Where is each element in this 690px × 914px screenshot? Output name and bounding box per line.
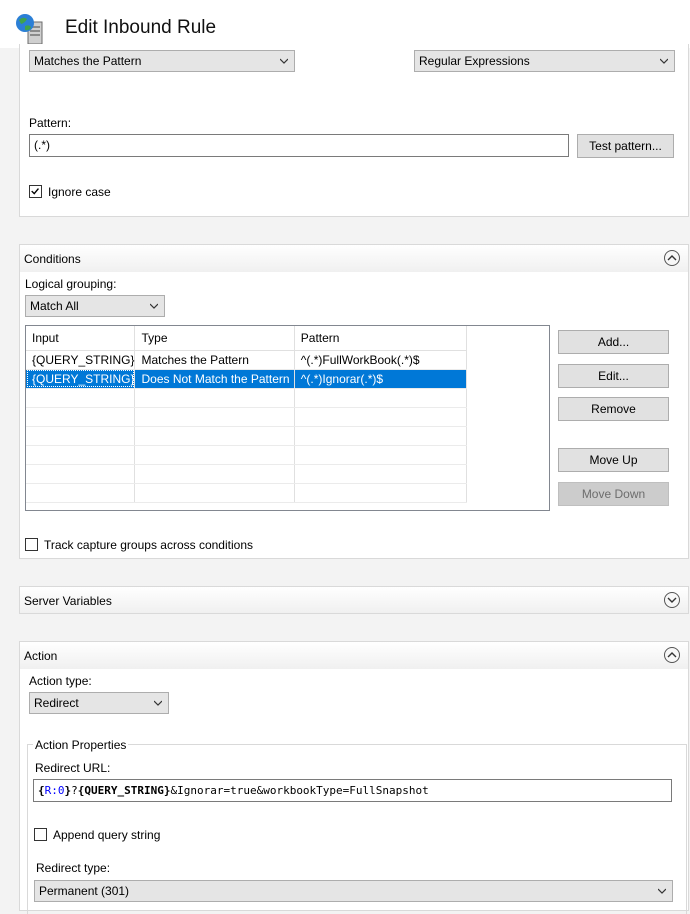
conditions-header[interactable] bbox=[20, 245, 688, 272]
chevron-down-icon bbox=[280, 58, 288, 64]
cell-pattern: ^(.*)Ignorar(.*)$ bbox=[294, 369, 468, 389]
redirect-type-label: Redirect type: bbox=[36, 861, 111, 875]
empty-row bbox=[26, 407, 468, 427]
globe-server-icon bbox=[16, 14, 43, 45]
empty-row bbox=[26, 464, 468, 484]
move-up-button[interactable]: Move Up bbox=[558, 448, 669, 472]
chevron-up-icon bbox=[667, 652, 677, 658]
action-type-dropdown[interactable]: Redirect bbox=[29, 692, 169, 714]
remove-condition-button[interactable]: Remove bbox=[558, 397, 669, 421]
test-pattern-button[interactable]: Test pattern... bbox=[577, 134, 674, 158]
window-title: Edit Inbound Rule bbox=[65, 17, 217, 38]
chevron-down-icon bbox=[154, 700, 162, 706]
redirect-url-input[interactable]: {R:0}?{QUERY_STRING}&Ignorar=true&workbo… bbox=[33, 779, 672, 802]
column-header-input[interactable]: Input bbox=[26, 326, 136, 351]
logical-grouping-dropdown[interactable]: Match All bbox=[25, 295, 165, 317]
chevron-down-icon bbox=[150, 303, 158, 309]
cell-type: Does Not Match the Pattern bbox=[134, 369, 295, 389]
chevron-up-icon bbox=[667, 255, 677, 261]
column-header-type[interactable]: Type bbox=[134, 326, 295, 351]
move-down-button[interactable]: Move Down bbox=[558, 482, 669, 506]
conditions-title: Conditions bbox=[24, 252, 81, 266]
action-header[interactable] bbox=[20, 642, 688, 669]
empty-row bbox=[26, 483, 468, 503]
redirect-url-label: Redirect URL: bbox=[35, 761, 111, 775]
using-value: Regular Expressions bbox=[419, 54, 530, 68]
conditions-table-frame: Input Type Pattern {QUERY_STRING} Matche… bbox=[25, 325, 550, 511]
url-token: &Ignorar=true&workbookType=FullSnapshot bbox=[170, 784, 429, 797]
table-row[interactable]: {QUERY_STRING} Matches the Pattern ^(.*)… bbox=[26, 350, 468, 370]
cell-pattern: ^(.*)FullWorkBook(.*)$ bbox=[294, 350, 468, 370]
column-header-pattern[interactable]: Pattern bbox=[294, 326, 468, 351]
chevron-down-icon bbox=[658, 888, 666, 894]
chevron-down-icon bbox=[660, 58, 668, 64]
checkmark-icon bbox=[31, 188, 39, 195]
collapse-action-button[interactable] bbox=[664, 647, 680, 663]
ignore-case-checkbox[interactable] bbox=[29, 185, 42, 198]
edit-condition-button[interactable]: Edit... bbox=[558, 364, 669, 388]
url-token: QUERY_STRING bbox=[84, 784, 164, 797]
cell-input: {QUERY_STRING} bbox=[26, 369, 136, 389]
logical-grouping-label: Logical grouping: bbox=[25, 277, 117, 291]
action-type-label: Action type: bbox=[29, 674, 92, 688]
server-variables-panel[interactable] bbox=[19, 586, 689, 614]
logical-grouping-value: Match All bbox=[30, 299, 79, 313]
table-header-row: Input Type Pattern bbox=[26, 326, 468, 351]
ignore-case-label: Ignore case bbox=[48, 185, 111, 199]
action-title: Action bbox=[24, 649, 58, 663]
expand-server-variables-button[interactable] bbox=[664, 592, 680, 608]
cell-input: {QUERY_STRING} bbox=[26, 350, 136, 370]
title-bar: Edit Inbound Rule bbox=[0, 0, 690, 48]
track-capture-checkbox[interactable] bbox=[25, 538, 38, 551]
append-query-label: Append query string bbox=[53, 828, 161, 842]
add-condition-button[interactable]: Add... bbox=[558, 330, 669, 354]
url-token: { bbox=[38, 784, 45, 797]
chevron-down-icon bbox=[667, 597, 677, 603]
collapse-conditions-button[interactable] bbox=[664, 250, 680, 266]
url-token: R:0 bbox=[44, 784, 65, 797]
track-capture-label: Track capture groups across conditions bbox=[44, 538, 253, 552]
using-dropdown[interactable]: Regular Expressions bbox=[414, 50, 675, 72]
redirect-type-value: Permanent (301) bbox=[39, 884, 130, 898]
append-query-checkbox[interactable] bbox=[34, 828, 47, 841]
empty-row bbox=[26, 426, 468, 446]
empty-row bbox=[26, 445, 468, 465]
redirect-type-dropdown[interactable]: Permanent (301) bbox=[34, 880, 673, 902]
pattern-input[interactable]: (.*) bbox=[29, 134, 569, 157]
url-token: ? bbox=[71, 784, 78, 797]
server-variables-title: Server Variables bbox=[24, 594, 112, 608]
cell-type: Matches the Pattern bbox=[134, 350, 295, 370]
conditions-table: Input Type Pattern {QUERY_STRING} Matche… bbox=[26, 326, 468, 503]
table-row-selected[interactable]: {QUERY_STRING} Does Not Match the Patter… bbox=[26, 369, 468, 389]
pattern-label: Pattern: bbox=[29, 116, 72, 130]
requested-url-dropdown[interactable]: Matches the Pattern bbox=[29, 50, 295, 72]
action-properties-label: Action Properties bbox=[33, 738, 129, 752]
action-type-value: Redirect bbox=[34, 696, 79, 710]
empty-row bbox=[26, 388, 468, 408]
requested-url-value: Matches the Pattern bbox=[34, 54, 142, 68]
